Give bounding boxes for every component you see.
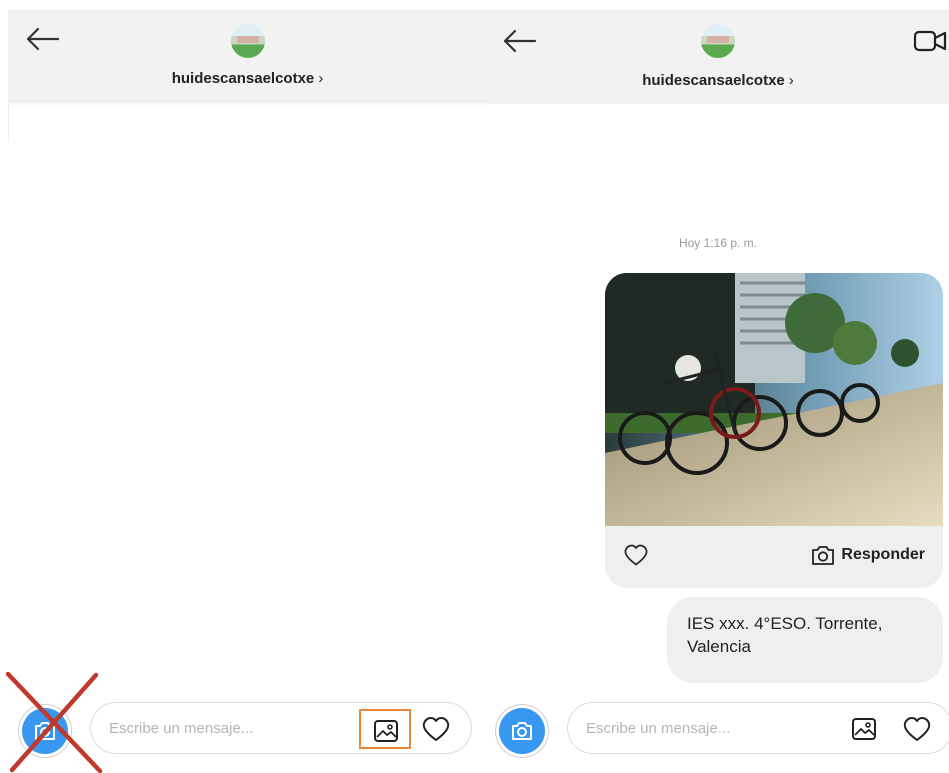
chat-username[interactable]: huidescansaelcotxe › bbox=[487, 72, 949, 89]
reply-label: Responder bbox=[841, 546, 925, 563]
username-text: huidescansaelcotxe bbox=[642, 72, 785, 89]
heart-icon[interactable] bbox=[421, 716, 451, 742]
camera-icon bbox=[35, 722, 55, 740]
chat-header: huidescansaelcotxe › bbox=[487, 10, 949, 104]
photo-message[interactable]: Responder bbox=[605, 273, 943, 588]
heart-icon[interactable] bbox=[902, 716, 932, 742]
chat-header: huidescansaelcotxe › bbox=[8, 10, 487, 100]
camera-button[interactable] bbox=[499, 708, 545, 754]
chat-username[interactable]: huidescansaelcotxe › bbox=[8, 70, 487, 87]
reply-button[interactable]: Responder bbox=[811, 544, 925, 566]
message-input-container bbox=[90, 702, 472, 754]
heart-icon[interactable] bbox=[623, 543, 649, 567]
header-divider bbox=[8, 100, 487, 142]
chevron-right-icon: › bbox=[788, 72, 794, 89]
message-composer bbox=[487, 700, 949, 760]
photo-actions: Responder bbox=[605, 526, 943, 588]
image-gallery-icon bbox=[852, 718, 876, 740]
gallery-button[interactable] bbox=[839, 709, 891, 749]
camera-button[interactable] bbox=[22, 708, 68, 754]
left-screen: huidescansaelcotxe › bbox=[0, 0, 487, 773]
back-arrow-icon[interactable] bbox=[499, 26, 539, 56]
message-composer bbox=[0, 700, 487, 760]
camera-icon bbox=[512, 722, 532, 740]
message-input[interactable] bbox=[586, 703, 806, 753]
gallery-button[interactable] bbox=[359, 709, 411, 749]
username-text: huidescansaelcotxe bbox=[171, 70, 315, 87]
camera-outline-icon bbox=[812, 546, 835, 565]
right-screen: huidescansaelcotxe › Hoy 1:16 p. m. Resp… bbox=[487, 0, 949, 773]
avatar[interactable] bbox=[230, 24, 265, 58]
back-arrow-icon[interactable] bbox=[22, 24, 62, 54]
video-camera-icon[interactable] bbox=[911, 26, 947, 56]
text-message-bubble[interactable]: IES xxx. 4°ESO. Torrente, Valencia bbox=[667, 597, 943, 683]
shared-photo[interactable] bbox=[605, 273, 943, 526]
message-timestamp: Hoy 1:16 p. m. bbox=[678, 236, 758, 250]
chevron-right-icon: › bbox=[318, 70, 324, 87]
message-input[interactable] bbox=[109, 703, 329, 753]
message-input-container bbox=[567, 702, 949, 754]
image-gallery-icon bbox=[374, 720, 398, 742]
avatar[interactable] bbox=[701, 24, 735, 58]
